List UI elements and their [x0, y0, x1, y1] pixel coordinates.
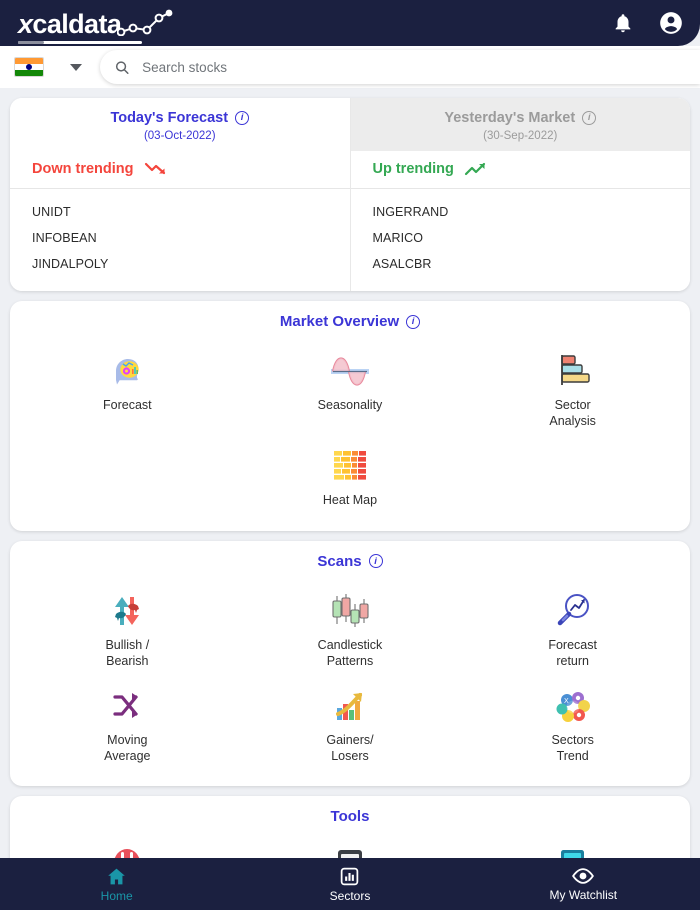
sectors-bar-icon — [341, 867, 359, 885]
sector-bars-icon — [552, 350, 594, 392]
svg-text:X: X — [564, 698, 569, 705]
info-icon[interactable]: i — [235, 111, 250, 125]
scans-title: Scans — [317, 552, 362, 570]
search-bar-row — [0, 46, 700, 88]
tile-label: Heat Map — [322, 493, 378, 508]
scans-card: Scans i Bullish / Bearish Candlestick Pa… — [10, 540, 690, 787]
up-trending-row: Up trending — [350, 151, 690, 189]
shuffle-arrows-icon — [106, 685, 148, 727]
home-icon — [108, 868, 125, 884]
nav-item-home[interactable]: Home — [0, 858, 233, 910]
info-icon[interactable]: i — [406, 314, 421, 329]
yesterdays-market-date: (30-Sep-2022) — [483, 130, 558, 142]
todays-forecast-title: Today's Forecast — [110, 110, 229, 126]
trending-up-icon — [464, 162, 485, 176]
app-header: xcaldata — [0, 0, 700, 46]
india-flag-icon[interactable] — [14, 57, 44, 77]
list-item[interactable]: JINDALPOLY — [10, 251, 350, 277]
tile-label: Gainers/ Losers — [326, 733, 374, 763]
tile-gainers-losers[interactable]: Gainers/ Losers — [239, 677, 462, 770]
tile-label: Forecast return — [548, 637, 597, 668]
todays-forecast-header[interactable]: Today's Forecast i (03-Oct-2022) — [10, 98, 350, 151]
list-item[interactable]: INGERRAND — [351, 199, 691, 225]
scans-title-row: Scans i — [10, 541, 690, 574]
down-trending-list: UNIDT INFOBEAN JINDALPOLY — [10, 189, 350, 291]
trending-down-icon — [144, 162, 165, 175]
yesterdays-market-column: Yesterday's Market i (30-Sep-2022) Up tr… — [349, 98, 691, 291]
tile-seasonality[interactable]: Seasonality — [239, 342, 462, 435]
heatmap-grid-icon — [329, 445, 371, 487]
tile-label: Seasonality — [317, 398, 383, 412]
search-input[interactable] — [142, 59, 686, 75]
bull-bear-arrows-icon — [106, 590, 148, 632]
tile-label: Sector Analysis — [549, 398, 596, 428]
tile-label: Candlestick Patterns — [317, 637, 383, 668]
account-circle-icon[interactable] — [658, 10, 684, 36]
tile-label: Moving Average — [104, 733, 151, 763]
forecast-head-icon — [106, 350, 148, 392]
brand-logo[interactable]: xcaldata — [18, 8, 175, 44]
seasonality-wave-icon — [329, 350, 371, 392]
market-overview-title: Market Overview — [279, 313, 400, 330]
market-overview-card: Market Overview i Forecast Seasonality S… — [10, 301, 690, 531]
candlestick-icon — [329, 590, 371, 632]
info-icon[interactable]: i — [368, 554, 383, 569]
list-item[interactable]: INFOBEAN — [10, 225, 350, 251]
list-item[interactable]: ASALCBR — [351, 251, 691, 277]
tile-label: Bullish / Bearish — [105, 637, 150, 668]
nav-item-my-watchlist[interactable]: My Watchlist — [467, 858, 700, 910]
forecast-card: Today's Forecast i (03-Oct-2022) Down tr… — [10, 98, 690, 291]
magnifier-chart-icon — [552, 590, 594, 632]
brand-underline — [18, 41, 142, 44]
search-icon — [115, 60, 129, 74]
tools-title-row: Tools — [10, 796, 690, 829]
nav-item-sectors[interactable]: Sectors — [233, 858, 466, 910]
tile-sectors-trend[interactable]: X Sectors Trend — [461, 677, 684, 770]
tile-forecast[interactable]: Forecast — [16, 342, 239, 435]
tile-sector-analysis[interactable]: Sector Analysis — [461, 342, 684, 435]
header-actions — [612, 10, 684, 36]
tile-bullish-bearish[interactable]: Bullish / Bearish — [16, 582, 239, 675]
list-item[interactable]: UNIDT — [10, 199, 350, 225]
app-root: xcaldata Search stocks Today's Forecast … — [0, 0, 700, 910]
nav-label-home: Home — [100, 888, 133, 903]
market-overview-grid: Forecast Seasonality Sector Analysis Hea… — [10, 334, 690, 531]
nav-label-sectors: Sectors — [329, 888, 371, 903]
brand-text: xcaldata — [18, 9, 122, 39]
brand-initial: x — [18, 9, 33, 39]
brand-name: caldata — [32, 9, 122, 39]
up-trending-label: Up trending — [372, 161, 454, 177]
yesterdays-market-title: Yesterday's Market — [444, 110, 576, 126]
todays-forecast-date: (03-Oct-2022) — [143, 130, 216, 142]
nav-label-my-watchlist: My Watchlist — [549, 888, 618, 902]
search-input-container[interactable] — [100, 50, 700, 84]
bars-rising-arrow-icon — [329, 685, 371, 727]
tile-forecast-return[interactable]: Forecast return — [461, 582, 684, 675]
tile-moving-average[interactable]: Moving Average — [16, 677, 239, 770]
up-trending-list: INGERRAND MARICO ASALCBR — [351, 189, 691, 291]
sector-cluster-icon: X — [552, 685, 594, 727]
info-icon[interactable]: i — [582, 111, 597, 125]
main-content: Today's Forecast i (03-Oct-2022) Down tr… — [0, 88, 700, 910]
tile-label: Sectors Trend — [551, 733, 594, 763]
bottom-navigation: Home Sectors My Watchlist — [0, 858, 700, 910]
list-item[interactable]: MARICO — [351, 225, 691, 251]
market-overview-title-row: Market Overview i — [10, 301, 690, 334]
down-trending-row: Down trending — [10, 151, 350, 189]
brand-chart-icon — [117, 9, 173, 36]
bell-icon[interactable] — [612, 11, 634, 35]
scans-grid: Bullish / Bearish Candlestick Patterns F… — [10, 574, 690, 787]
tools-title: Tools — [330, 808, 370, 826]
down-trending-label: Down trending — [32, 161, 134, 177]
chevron-down-icon[interactable] — [70, 63, 82, 71]
eye-icon — [572, 868, 595, 884]
tile-candlestick-patterns[interactable]: Candlestick Patterns — [239, 582, 462, 675]
yesterdays-market-title-row: Yesterday's Market i — [444, 110, 597, 126]
tile-heat-map[interactable]: Heat Map — [239, 437, 462, 515]
tile-label: Forecast — [103, 398, 152, 412]
todays-forecast-column: Today's Forecast i (03-Oct-2022) Down tr… — [10, 98, 350, 291]
todays-forecast-title-row: Today's Forecast i — [110, 110, 250, 126]
forecast-split: Today's Forecast i (03-Oct-2022) Down tr… — [10, 98, 690, 291]
yesterdays-market-header[interactable]: Yesterday's Market i (30-Sep-2022) — [350, 98, 690, 151]
